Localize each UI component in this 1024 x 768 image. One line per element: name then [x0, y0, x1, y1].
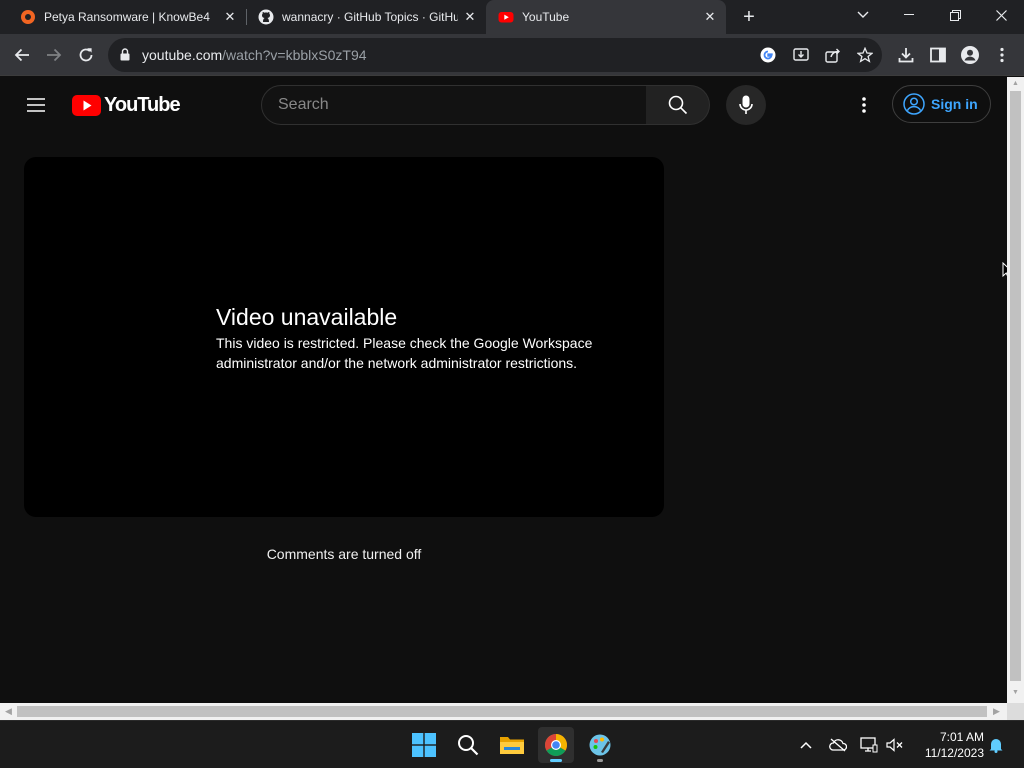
- account-circle-icon: [903, 93, 925, 115]
- show-hidden-icons-button[interactable]: [796, 735, 816, 755]
- vertical-scrollbar[interactable]: ▲ ▼: [1007, 77, 1024, 703]
- google-lens-icon[interactable]: [760, 47, 776, 63]
- install-app-icon[interactable]: [793, 47, 809, 63]
- error-message: This video is restricted. Please check t…: [216, 335, 593, 371]
- youtube-favicon: [498, 12, 514, 23]
- system-clock[interactable]: 7:01 AM 11/12/2023: [912, 729, 984, 761]
- notification-bell-icon[interactable]: [986, 735, 1006, 755]
- tab-title: Petya Ransomware | KnowBe4: [44, 10, 210, 24]
- close-tab-icon[interactable]: ✕: [462, 9, 478, 25]
- close-window-button[interactable]: [978, 0, 1024, 30]
- tab-github[interactable]: wannacry · GitHub Topics · GitHub ✕: [246, 0, 486, 34]
- vertical-scroll-thumb[interactable]: [1010, 91, 1021, 681]
- profile-icon[interactable]: [958, 43, 982, 67]
- close-tab-icon[interactable]: ✕: [702, 9, 718, 25]
- volume-muted-icon[interactable]: [885, 735, 905, 755]
- horizontal-scrollbar[interactable]: ◀ ▶: [0, 703, 1007, 720]
- tab-title: wannacry · GitHub Topics · GitHub: [282, 10, 458, 24]
- downloads-icon[interactable]: [894, 43, 918, 67]
- search-icon: [458, 735, 479, 756]
- search-input[interactable]: [262, 86, 646, 124]
- taskbar-search-button[interactable]: [450, 727, 486, 763]
- sign-in-label: Sign in: [931, 96, 978, 112]
- url-text[interactable]: youtube.com/watch?v=kbblxS0zT94: [142, 47, 367, 63]
- search-button[interactable]: [646, 85, 710, 125]
- file-explorer-button[interactable]: [494, 727, 530, 763]
- scroll-left-arrow[interactable]: ◀: [5, 706, 12, 717]
- chrome-taskbar-button[interactable]: [538, 727, 574, 763]
- active-app-indicator: [550, 759, 562, 762]
- palette-icon: [589, 734, 611, 756]
- chrome-menu-icon[interactable]: [990, 43, 1014, 67]
- clock-time: 7:01 AM: [939, 730, 984, 744]
- horizontal-scroll-thumb[interactable]: [17, 706, 987, 717]
- tab-title: YouTube: [522, 10, 570, 24]
- error-title: Video unavailable: [216, 304, 398, 330]
- bookmark-star-icon[interactable]: [857, 47, 873, 63]
- folder-icon: [500, 737, 524, 754]
- youtube-logo-text: YouTube: [104, 93, 181, 116]
- search-icon: [668, 95, 687, 115]
- windows-taskbar: 7:01 AM 11/12/2023: [0, 720, 1024, 768]
- url-host: youtube.com: [142, 47, 223, 63]
- youtube-page: YouTube Sign in Video unavailable This v…: [0, 77, 1007, 703]
- browser-toolbar: youtube.com/watch?v=kbblxS0zT94: [0, 34, 1024, 76]
- minimize-button[interactable]: [886, 0, 932, 30]
- sign-in-button[interactable]: Sign in: [892, 85, 991, 123]
- url-path: /watch?v=kbblxS0zT94: [222, 47, 367, 63]
- start-button[interactable]: [406, 727, 442, 763]
- side-panel-icon[interactable]: [926, 43, 950, 67]
- github-favicon: [258, 9, 274, 25]
- scroll-down-arrow[interactable]: ▼: [1011, 689, 1020, 696]
- chrome-icon: [545, 734, 567, 756]
- onedrive-offline-icon[interactable]: [828, 735, 848, 755]
- youtube-logo-icon: [72, 94, 101, 116]
- settings-menu-icon[interactable]: [852, 93, 876, 117]
- microphone-icon: [739, 95, 753, 114]
- reload-button[interactable]: [74, 43, 98, 67]
- tab-petya[interactable]: Petya Ransomware | KnowBe4 ✕: [0, 0, 246, 34]
- lock-icon[interactable]: [120, 48, 130, 61]
- network-icon[interactable]: [859, 735, 879, 755]
- tab-youtube[interactable]: YouTube ✕: [486, 0, 726, 34]
- restore-button[interactable]: [932, 0, 978, 30]
- search-box[interactable]: [261, 85, 647, 125]
- comments-status: Comments are turned off: [266, 546, 422, 562]
- new-tab-button[interactable]: +: [738, 6, 760, 28]
- address-bar[interactable]: youtube.com/watch?v=kbblxS0zT94: [108, 38, 882, 72]
- close-tab-icon[interactable]: ✕: [222, 9, 238, 25]
- voice-search-button[interactable]: [726, 85, 766, 125]
- tab-strip: Petya Ransomware | KnowBe4 ✕ wannacry · …: [0, 0, 1024, 34]
- share-icon[interactable]: [825, 47, 841, 63]
- guide-menu-icon[interactable]: [24, 93, 48, 117]
- knowbe4-favicon: [21, 10, 35, 24]
- tab-search-icon[interactable]: [840, 0, 886, 30]
- paint-app-button[interactable]: [582, 727, 618, 763]
- scroll-right-arrow[interactable]: ▶: [993, 706, 1000, 717]
- back-button[interactable]: [10, 43, 34, 67]
- youtube-logo[interactable]: YouTube: [72, 93, 181, 116]
- video-player[interactable]: Video unavailable This video is restrict…: [24, 157, 664, 517]
- scrollbar-corner: [1007, 703, 1024, 720]
- forward-button[interactable]: [42, 43, 66, 67]
- scroll-up-arrow[interactable]: ▲: [1011, 80, 1020, 87]
- running-app-indicator: [597, 759, 603, 762]
- clock-date: 11/12/2023: [924, 746, 984, 760]
- windows-logo-icon: [412, 733, 436, 757]
